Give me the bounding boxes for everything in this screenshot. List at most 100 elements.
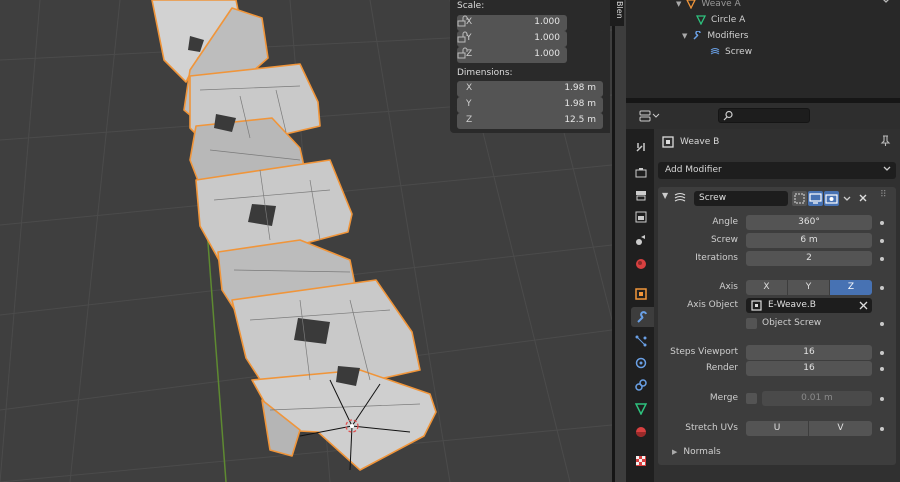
- keyframe-dot[interactable]: [880, 397, 884, 401]
- search-input[interactable]: [718, 108, 810, 123]
- dimension-x-row[interactable]: X 1.98 m: [457, 81, 603, 97]
- dimension-y-row[interactable]: Y 1.98 m: [457, 97, 603, 113]
- tool-icon: [636, 143, 645, 152]
- tab-object[interactable]: [630, 284, 652, 304]
- unlock-icon[interactable]: [457, 47, 469, 59]
- axis-selector: X Y Z: [746, 280, 872, 295]
- clear-icon[interactable]: [859, 301, 868, 310]
- keyframe-dot[interactable]: [880, 367, 884, 371]
- outliner-item-screw[interactable]: Screw: [710, 44, 752, 60]
- editor-type-icon[interactable]: [638, 109, 660, 123]
- unlock-icon[interactable]: [457, 15, 469, 27]
- tab-data[interactable]: [630, 399, 652, 419]
- tab-scene[interactable]: [630, 230, 652, 250]
- axis-object-field[interactable]: E-Weave.B: [746, 298, 872, 313]
- keyframe-dot[interactable]: [880, 427, 884, 431]
- dimension-x-value: 1.98 m: [564, 83, 596, 93]
- modifier-name-input[interactable]: Screw: [694, 191, 788, 206]
- axis-label: X: [466, 83, 473, 93]
- unlock-icon[interactable]: [457, 31, 469, 43]
- outliner-item-circle-a[interactable]: Circle A: [696, 12, 745, 28]
- keyframe-dot[interactable]: [880, 239, 884, 243]
- edit-mode-toggle-icon[interactable]: [792, 191, 807, 206]
- steps-viewport-label: Steps Viewport: [670, 347, 738, 357]
- tab-constraints[interactable]: [630, 375, 652, 395]
- dimension-y-field[interactable]: Y 1.98 m: [457, 97, 603, 113]
- render-toggle-icon[interactable]: [824, 191, 839, 206]
- wrench-icon: [637, 310, 647, 323]
- scale-y-row[interactable]: Y 1.000: [457, 31, 596, 47]
- screw-field[interactable]: 6 m: [746, 233, 872, 248]
- modifier-properties: Weave B Add Modifier ▼ Screw ⠿ Angle 360…: [654, 129, 900, 482]
- axis-label: Axis: [719, 282, 738, 292]
- mesh-data-icon: [696, 15, 706, 25]
- axis-label: Z: [466, 115, 473, 125]
- close-icon[interactable]: [858, 193, 868, 203]
- chevron-down-icon[interactable]: [880, 0, 892, 6]
- tab-view-layer[interactable]: [630, 207, 652, 227]
- scale-y-value: 1.000: [534, 33, 560, 43]
- iterations-field[interactable]: 2: [746, 251, 872, 266]
- expand-arrow-icon[interactable]: ▼: [676, 0, 681, 8]
- tab-texture[interactable]: [630, 451, 652, 471]
- outliner-item-weave-a[interactable]: ▼ Weave A: [676, 0, 741, 12]
- scale-y-field[interactable]: Y 1.000: [457, 31, 567, 47]
- outliner-item-label: Screw: [725, 47, 753, 57]
- object-screw-checkbox[interactable]: [746, 318, 757, 329]
- tab-particles[interactable]: [630, 331, 652, 351]
- dimension-x-field[interactable]: X 1.98 m: [457, 81, 603, 97]
- axis-y-button[interactable]: Y: [788, 280, 829, 295]
- expand-arrow-icon: ▶: [672, 448, 678, 456]
- tab-modifiers[interactable]: [631, 307, 654, 327]
- steps-viewport-field[interactable]: 16: [746, 345, 872, 360]
- scale-z-row[interactable]: Z 1.000: [457, 47, 596, 63]
- tab-tool[interactable]: [630, 137, 652, 157]
- area-divider[interactable]: [612, 0, 615, 482]
- tab-physics[interactable]: [630, 353, 652, 373]
- dimension-y-value: 1.98 m: [564, 99, 596, 109]
- add-modifier-dropdown[interactable]: Add Modifier: [658, 162, 896, 179]
- scale-z-value: 1.000: [534, 49, 560, 59]
- object-icon: [662, 136, 674, 148]
- keyframe-dot[interactable]: [880, 257, 884, 261]
- scale-x-row[interactable]: X 1.000: [457, 15, 596, 31]
- dimension-z-row[interactable]: Z 12.5 m: [457, 113, 603, 129]
- scale-x-field[interactable]: X 1.000: [457, 15, 567, 31]
- wrench-icon: [693, 31, 702, 40]
- stretch-v-toggle[interactable]: V: [809, 421, 872, 436]
- dimension-z-value: 12.5 m: [564, 115, 596, 125]
- dimension-z-field[interactable]: Z 12.5 m: [457, 113, 603, 129]
- physics-icon: [635, 357, 647, 369]
- screw-mesh: [151, 0, 437, 471]
- merge-distance-field[interactable]: 0.01 m: [762, 391, 872, 406]
- pin-icon[interactable]: [880, 135, 891, 147]
- axis-z-button[interactable]: Z: [830, 280, 872, 295]
- axis-object-label: Axis Object: [687, 300, 738, 310]
- merge-checkbox[interactable]: [746, 393, 757, 404]
- object-icon: [635, 288, 647, 300]
- keyframe-dot[interactable]: [880, 221, 884, 225]
- drag-handle-icon[interactable]: ⠿: [880, 190, 888, 200]
- scale-z-field[interactable]: Z 1.000: [457, 47, 567, 63]
- tab-render[interactable]: [630, 163, 652, 183]
- keyframe-dot[interactable]: [880, 322, 884, 326]
- tab-output[interactable]: [630, 185, 652, 205]
- axis-x-button[interactable]: X: [746, 280, 787, 295]
- normals-subpanel-header[interactable]: ▶ Normals: [672, 447, 721, 457]
- tab-material[interactable]: [630, 422, 652, 442]
- 3d-viewport[interactable]: Scale: X 1.000 Y 1.000 Z 1.000 Dimension…: [0, 0, 612, 482]
- viewport-display-toggle-icon[interactable]: [808, 191, 823, 206]
- tab-world[interactable]: [630, 254, 652, 274]
- angle-field[interactable]: 360°: [746, 215, 872, 230]
- keyframe-dot[interactable]: [880, 286, 884, 290]
- chevron-down-icon[interactable]: [842, 194, 852, 204]
- outliner-item-modifiers[interactable]: ▼ Modifiers: [682, 28, 748, 44]
- stretch-u-toggle[interactable]: U: [746, 421, 808, 436]
- editor-tab[interactable]: Blen: [610, 0, 624, 26]
- expand-arrow-icon[interactable]: ▼: [682, 32, 687, 40]
- collapse-arrow-icon[interactable]: ▼: [662, 191, 668, 200]
- cursor-center: [350, 424, 354, 428]
- render-steps-field[interactable]: 16: [746, 361, 872, 376]
- keyframe-dot[interactable]: [880, 351, 884, 355]
- render-steps-label: Render: [705, 363, 738, 373]
